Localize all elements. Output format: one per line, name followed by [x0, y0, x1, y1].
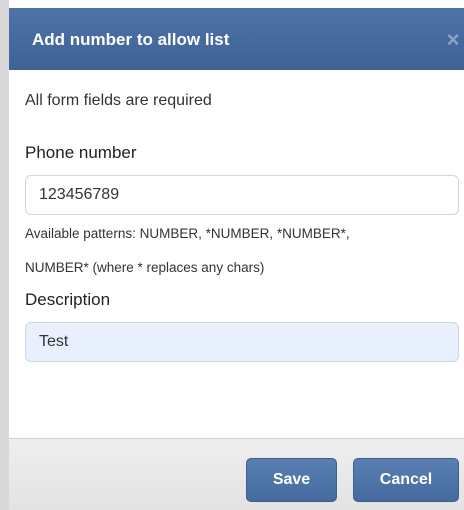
phone-pattern-hint-line2: NUMBER* (where * replaces any chars): [25, 260, 265, 275]
cancel-button[interactable]: Cancel: [353, 458, 459, 502]
dialog-header: Add number to allow list ×: [9, 8, 464, 70]
description-label: Description: [25, 290, 111, 309]
phone-number-input[interactable]: [25, 175, 459, 215]
phone-pattern-hint-line1: Available patterns: NUMBER, *NUMBER, *NU…: [25, 226, 350, 241]
phone-number-label: Phone number: [25, 143, 137, 162]
close-icon[interactable]: ×: [442, 27, 464, 53]
save-button[interactable]: Save: [246, 458, 337, 502]
dialog-footer: Save Cancel: [9, 438, 464, 510]
add-number-dialog: Add number to allow list × All form fiel…: [0, 0, 464, 510]
dialog-title: Add number to allow list: [32, 30, 230, 49]
required-fields-note: All form fields are required: [25, 92, 212, 109]
description-input[interactable]: [25, 322, 459, 362]
